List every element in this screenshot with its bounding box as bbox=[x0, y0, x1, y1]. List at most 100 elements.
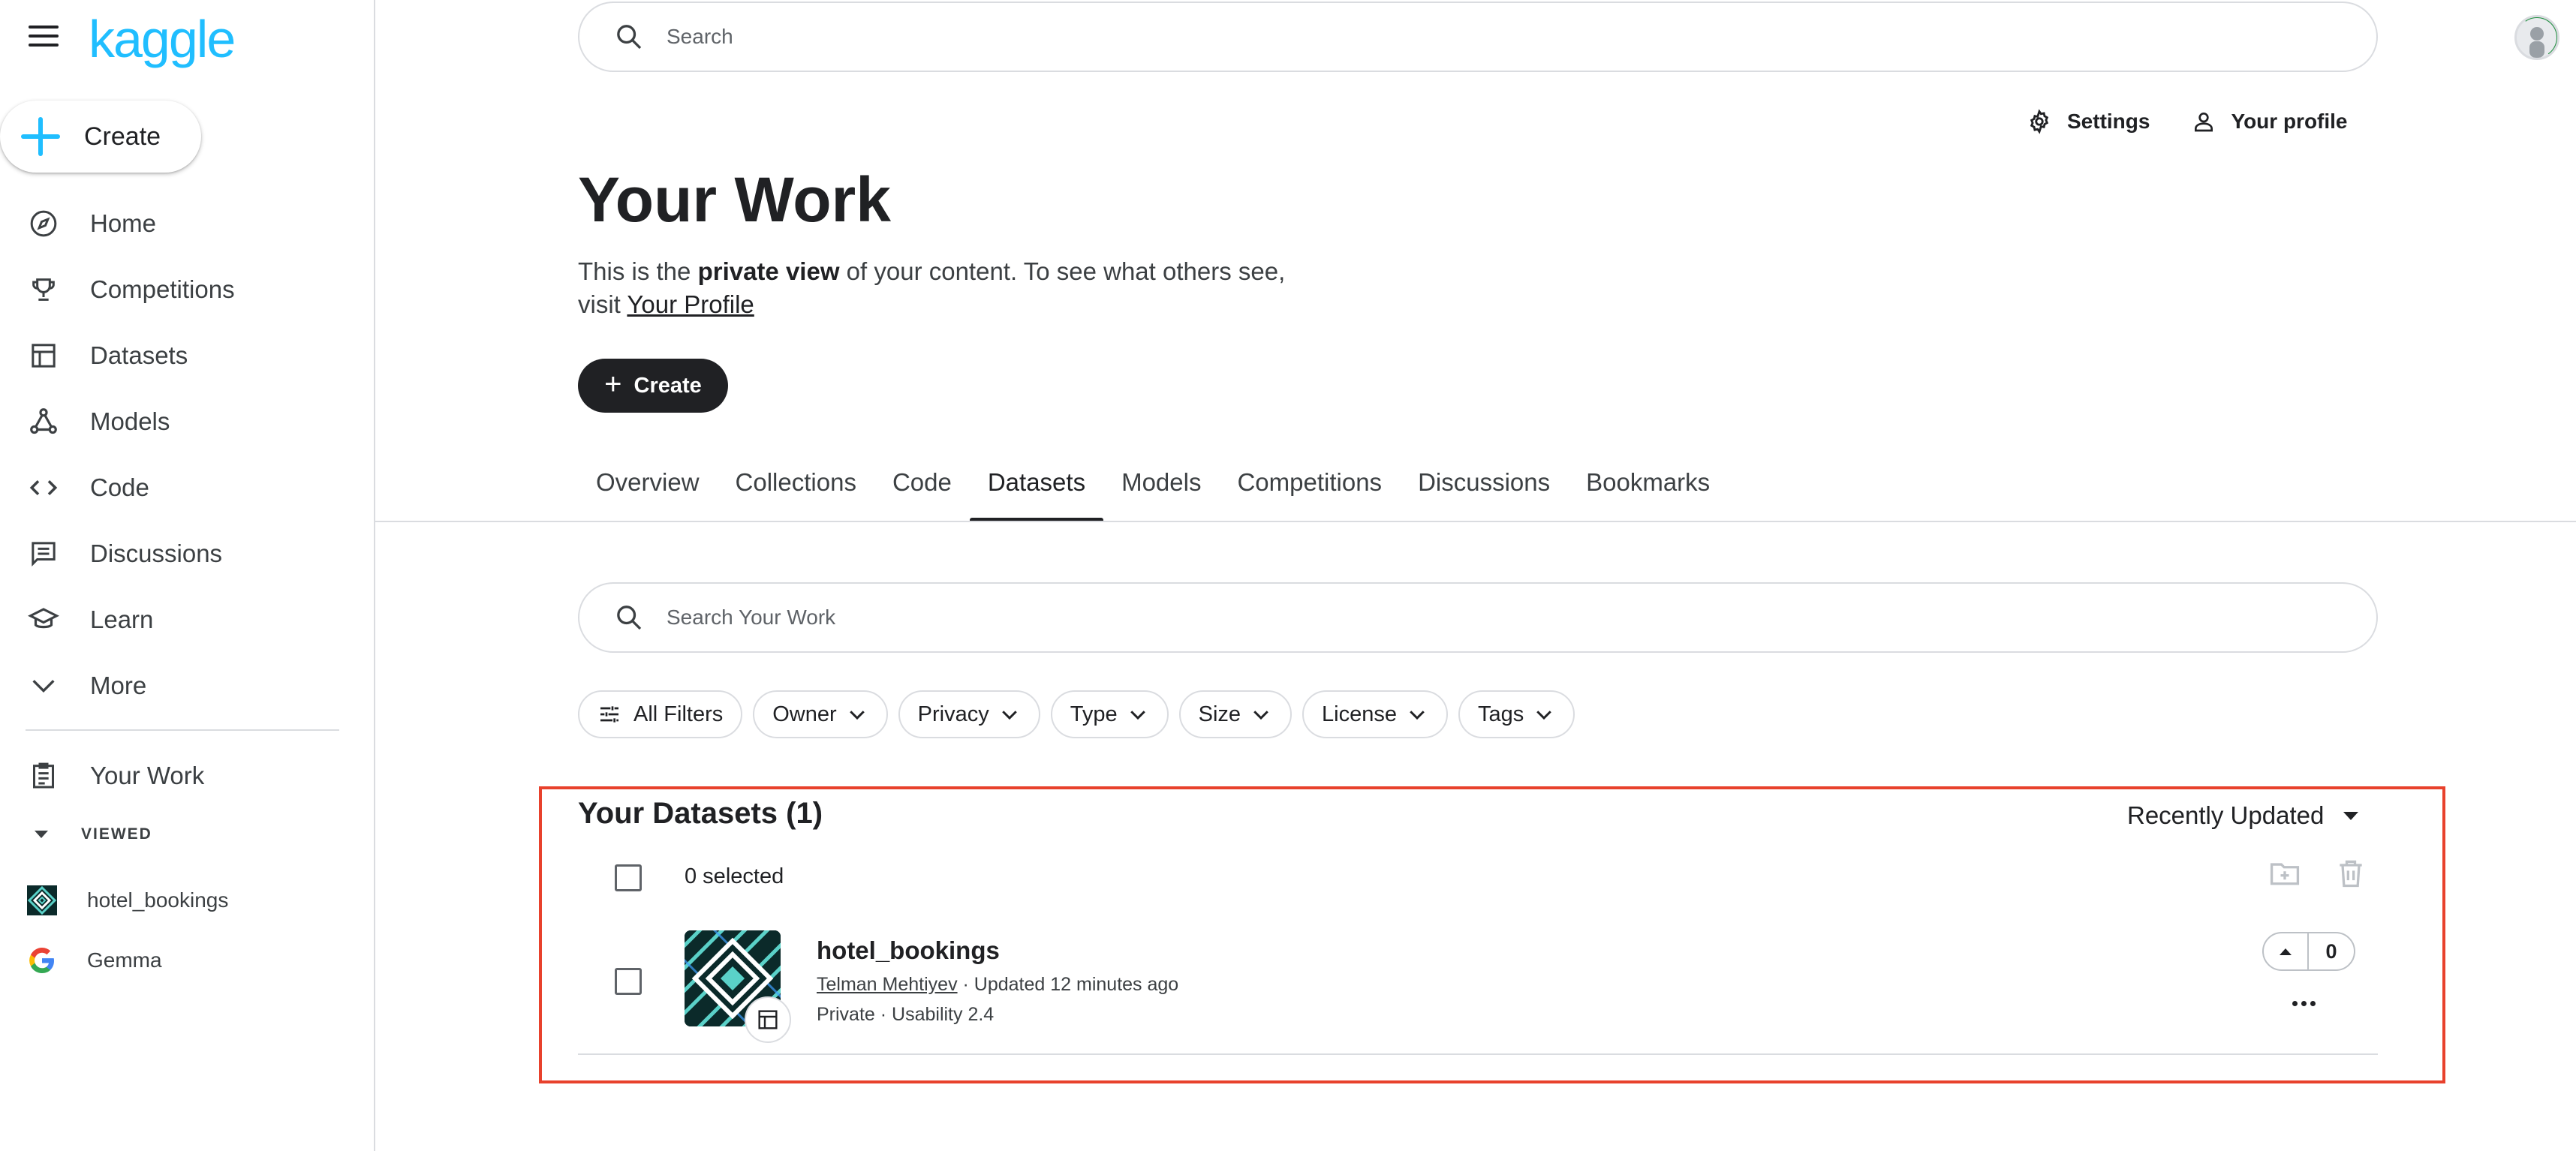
page-description: This is the private view of your content… bbox=[578, 255, 1299, 321]
gear-icon bbox=[2030, 109, 2049, 134]
viewed-section-toggle[interactable]: VIEWED bbox=[27, 825, 152, 843]
vote-count: 0 bbox=[2325, 939, 2337, 963]
tab-discussions[interactable]: Discussions bbox=[1400, 465, 1568, 522]
filter-type[interactable]: Type bbox=[1050, 690, 1169, 738]
user-avatar[interactable] bbox=[2514, 15, 2559, 60]
tab-overview[interactable]: Overview bbox=[578, 465, 718, 522]
filter-label: Type bbox=[1070, 702, 1118, 726]
global-search-input[interactable] bbox=[667, 25, 2018, 49]
search-icon bbox=[617, 606, 642, 630]
filter-tags[interactable]: Tags bbox=[1458, 690, 1575, 738]
discussion-icon bbox=[27, 537, 60, 570]
your-profile-link[interactable]: Your profile bbox=[2192, 110, 2348, 134]
caret-down-icon bbox=[2343, 811, 2359, 820]
sidebar-item-competitions[interactable]: Competitions bbox=[0, 257, 375, 323]
page-title: Your Work bbox=[578, 164, 891, 235]
google-g-icon bbox=[29, 948, 54, 973]
dataset-owner-link[interactable]: Telman Mehtiyev bbox=[817, 974, 958, 995]
plus-icon bbox=[21, 117, 60, 156]
sidebar-item-home[interactable]: Home bbox=[0, 191, 375, 257]
avatar-progress-ring bbox=[2517, 17, 2557, 58]
viewed-item-label: Gemma bbox=[87, 948, 162, 972]
sidebar: kaggle Create Home Competitions Datasets bbox=[0, 0, 375, 1151]
datasets-section-title: Your Datasets (1) bbox=[578, 797, 823, 830]
settings-link[interactable]: Settings bbox=[2027, 109, 2150, 134]
selected-count: 0 selected bbox=[685, 864, 784, 888]
sidebar-create-button[interactable]: Create bbox=[0, 101, 201, 173]
dataset-thumb-icon bbox=[27, 885, 57, 915]
menu-icon[interactable] bbox=[29, 23, 59, 50]
sidebar-item-models[interactable]: Models bbox=[0, 389, 375, 455]
tab-code[interactable]: Code bbox=[874, 465, 970, 522]
viewed-item-gemma[interactable]: Gemma bbox=[27, 945, 162, 975]
more-options-icon[interactable] bbox=[2292, 1001, 2319, 1006]
work-search-input[interactable] bbox=[667, 606, 2018, 630]
viewed-header: VIEWED bbox=[81, 825, 152, 843]
sidebar-item-learn[interactable]: Learn bbox=[0, 587, 375, 653]
sidebar-item-code[interactable]: Code bbox=[0, 455, 375, 521]
create-button-label: Create bbox=[633, 373, 702, 398]
dataset-updated-text: · Updated 12 minutes ago bbox=[957, 974, 1179, 995]
viewed-item-label: hotel_bookings bbox=[87, 888, 229, 912]
filter-label: All Filters bbox=[633, 702, 724, 726]
filter-privacy[interactable]: Privacy bbox=[898, 690, 1040, 738]
plus-icon: + bbox=[604, 367, 622, 401]
caret-down-icon bbox=[35, 831, 48, 838]
sort-dropdown[interactable]: Recently Updated bbox=[2127, 801, 2359, 830]
chevron-down-icon bbox=[1536, 711, 1552, 720]
filter-owner[interactable]: Owner bbox=[753, 690, 888, 738]
upvote-button[interactable] bbox=[2264, 933, 2309, 969]
kaggle-logo[interactable]: kaggle bbox=[89, 9, 236, 69]
filter-label: Size bbox=[1198, 702, 1241, 726]
viewed-item-hotel-bookings[interactable]: hotel_bookings bbox=[27, 885, 228, 915]
person-icon bbox=[2195, 113, 2213, 132]
filter-label: Tags bbox=[1478, 702, 1524, 726]
sidebar-item-label: Code bbox=[90, 473, 149, 501]
sidebar-create-label: Create bbox=[84, 122, 161, 151]
tab-bookmarks[interactable]: Bookmarks bbox=[1568, 465, 1728, 522]
top-links: Settings Your profile bbox=[2027, 109, 2348, 134]
chevron-down-icon bbox=[1130, 711, 1145, 720]
tab-datasets[interactable]: Datasets bbox=[969, 465, 1104, 522]
sidebar-item-label: Home bbox=[90, 209, 157, 237]
sidebar-item-label: More bbox=[90, 672, 147, 699]
filter-all-filters[interactable]: All Filters bbox=[578, 690, 743, 738]
highlight-box bbox=[539, 786, 2445, 1083]
tab-competitions[interactable]: Competitions bbox=[1219, 465, 1400, 522]
sidebar-item-discussions[interactable]: Discussions bbox=[0, 521, 375, 587]
graduation-cap-icon bbox=[27, 603, 60, 636]
folder-add-icon[interactable] bbox=[2268, 857, 2301, 890]
tab-models[interactable]: Models bbox=[1103, 465, 1219, 522]
trash-icon[interactable] bbox=[2334, 857, 2367, 890]
select-all-checkbox[interactable] bbox=[615, 864, 642, 891]
sidebar-item-your-work[interactable]: Your Work bbox=[0, 743, 375, 809]
clipboard-icon bbox=[27, 759, 60, 792]
sidebar-item-label: Your Work bbox=[90, 762, 205, 789]
chevron-down-icon bbox=[1410, 711, 1425, 720]
chevron-down-icon bbox=[1001, 711, 1017, 720]
filter-label: Owner bbox=[772, 702, 837, 726]
dataset-name-link[interactable]: hotel_bookings bbox=[817, 936, 1000, 965]
models-icon bbox=[27, 405, 60, 438]
sidebar-item-more[interactable]: More bbox=[0, 653, 375, 719]
work-search[interactable] bbox=[578, 582, 2378, 653]
sidebar-item-label: Models bbox=[90, 407, 170, 435]
search-icon bbox=[617, 25, 642, 50]
global-search[interactable] bbox=[578, 2, 2378, 72]
chevron-down-icon bbox=[849, 711, 865, 720]
create-button[interactable]: + Create bbox=[578, 359, 728, 413]
compass-icon bbox=[27, 207, 60, 240]
table-icon bbox=[758, 1010, 778, 1029]
filter-size[interactable]: Size bbox=[1178, 690, 1293, 738]
chevron-down-icon bbox=[1253, 711, 1268, 720]
settings-label: Settings bbox=[2067, 110, 2150, 133]
filter-label: License bbox=[1322, 702, 1397, 726]
dataset-row-checkbox[interactable] bbox=[615, 968, 642, 995]
sliders-icon bbox=[600, 706, 618, 723]
upvote-control: 0 bbox=[2262, 932, 2355, 971]
filter-license[interactable]: License bbox=[1302, 690, 1448, 738]
tab-collections[interactable]: Collections bbox=[718, 465, 874, 522]
your-profile-inline-link[interactable]: Your Profile bbox=[627, 290, 754, 318]
sidebar-nav: Home Competitions Datasets Models Code D… bbox=[0, 191, 375, 719]
sidebar-item-datasets[interactable]: Datasets bbox=[0, 323, 375, 389]
